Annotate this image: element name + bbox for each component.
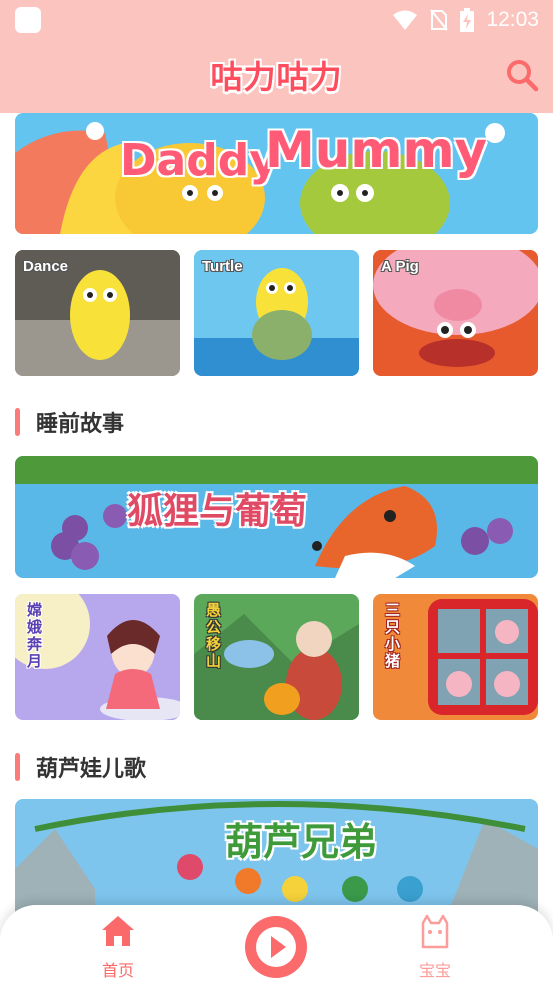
content-scroll[interactable]: Daddy Mummy Dance Turtle A Pig 睡前故事 狐狸与葡… [0, 113, 553, 983]
section-accent-bar [15, 753, 20, 781]
nav-baby-label: 宝宝 [418, 961, 451, 980]
banner-daddy-mummy[interactable]: Daddy Mummy [15, 113, 538, 234]
video-card-dance[interactable]: Dance [15, 250, 180, 376]
banner-title-fox-grapes: 狐狸与葡萄 [127, 491, 308, 532]
thumb-label: Dance [23, 258, 69, 275]
app-logo: 咕力咕力 [0, 52, 553, 98]
wifi-icon [393, 10, 418, 30]
section-accent-bar [15, 408, 20, 436]
thumb-label: Turtle [202, 258, 243, 275]
video-card-three-pigs[interactable]: 三只小猪 [373, 594, 538, 720]
banner-fox-grapes[interactable]: 狐狸与葡萄 [15, 456, 538, 578]
video-card-yugong[interactable]: 愚公移山 [194, 594, 359, 720]
battery-charging-icon [460, 8, 475, 32]
baby-icon [421, 914, 449, 949]
section-header-bedtime: 睡前故事 [15, 406, 124, 438]
app-icon [15, 7, 41, 33]
app-screen: 12:03 咕力咕力 Daddy Mummy Dance Turtle A Pi… [0, 0, 553, 983]
nav-baby[interactable]: 宝宝 [395, 911, 475, 981]
header: 12:03 咕力咕力 [0, 0, 553, 113]
nav-home-label: 首页 [101, 961, 134, 980]
banner-title-mummy: Mummy [265, 121, 488, 179]
home-icon [102, 916, 134, 946]
banner-title-calabash: 葫芦兄弟 [225, 820, 378, 864]
nav-home[interactable]: 首页 [78, 911, 158, 981]
thumb-label: 嫦娥奔月 [25, 602, 42, 670]
video-card-turtle[interactable]: Turtle [194, 250, 359, 376]
search-icon [507, 60, 539, 92]
status-time: 12:03 [486, 8, 539, 31]
play-button[interactable] [245, 916, 307, 978]
thumb-label: 愚公移山 [204, 602, 221, 670]
video-card-change[interactable]: 嫦娥奔月 [15, 594, 180, 720]
status-bar: 12:03 [0, 0, 553, 38]
section-header-calabash: 葫芦娃儿歌 [15, 751, 146, 783]
logo-text: 咕力咕力 [210, 58, 343, 96]
section-title: 睡前故事 [36, 412, 125, 437]
section-title: 葫芦娃儿歌 [36, 757, 147, 782]
banner-calabash-brothers[interactable]: 葫芦兄弟 [15, 799, 538, 921]
video-card-a-pig[interactable]: A Pig [373, 250, 538, 376]
thumb-label: 三只小猪 [383, 602, 400, 670]
status-icons: 12:03 [392, 8, 539, 32]
banner-title-daddy: Daddy [120, 135, 278, 186]
search-button[interactable] [505, 58, 539, 92]
no-sim-icon [430, 9, 449, 31]
thumb-label: A Pig [381, 258, 419, 275]
play-icon [256, 927, 296, 967]
